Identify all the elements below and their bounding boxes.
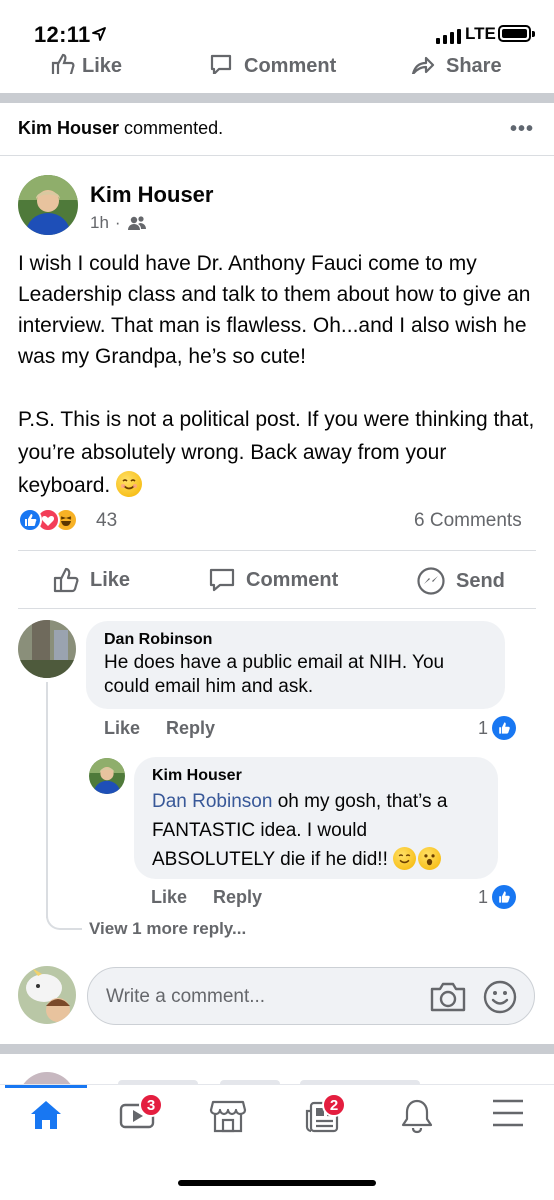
avatar-photo bbox=[89, 758, 125, 794]
current-user-avatar[interactable] bbox=[18, 966, 76, 1024]
author-avatar[interactable] bbox=[18, 175, 78, 235]
actions-divider bbox=[18, 608, 536, 609]
reply-author-avatar[interactable] bbox=[89, 758, 125, 794]
commenter-avatar[interactable] bbox=[18, 620, 76, 678]
avatar-photo bbox=[18, 620, 76, 678]
comment-text: He does have a public email at NIH. You … bbox=[104, 652, 445, 697]
comment-button[interactable]: Comment bbox=[208, 566, 338, 594]
comment-label: Comment bbox=[246, 568, 339, 591]
emoji-icon[interactable] bbox=[483, 980, 517, 1014]
post-paragraph-2-text: P.S. This is not a political post. If yo… bbox=[18, 408, 535, 497]
more-options-icon[interactable]: ••• bbox=[510, 118, 534, 141]
tab-news[interactable]: 2 bbox=[292, 1093, 352, 1141]
avatar-photo bbox=[18, 966, 76, 1024]
battery-icon bbox=[498, 25, 531, 42]
location-arrow-icon bbox=[92, 27, 106, 41]
send-label: Send bbox=[456, 569, 505, 592]
tab-home[interactable] bbox=[16, 1097, 76, 1141]
like-label: Like bbox=[90, 568, 131, 591]
comment-input[interactable]: Write a comment... bbox=[106, 986, 265, 1008]
reaction-count[interactable]: 43 bbox=[96, 510, 117, 532]
active-tab-indicator bbox=[5, 1085, 87, 1088]
activity-actor[interactable]: Kim Houser bbox=[18, 118, 119, 138]
camera-icon[interactable] bbox=[429, 980, 467, 1014]
comment-like-button[interactable]: Like bbox=[104, 718, 140, 739]
messenger-icon bbox=[417, 567, 445, 595]
tab-notifications[interactable] bbox=[387, 1097, 447, 1141]
comments-count[interactable]: 6 Comments bbox=[414, 510, 522, 532]
comment-like-count-value: 1 bbox=[478, 717, 489, 738]
watch-badge: 3 bbox=[139, 1093, 163, 1117]
avatar-photo bbox=[18, 175, 78, 235]
previous-post-actions: Like Comment Share bbox=[0, 48, 554, 74]
menu-icon bbox=[493, 1099, 523, 1127]
like-button[interactable]: Like bbox=[52, 566, 130, 594]
post-paragraph-1: I wish I could have Dr. Anthony Fauci co… bbox=[18, 252, 531, 368]
reactions-divider bbox=[18, 550, 536, 551]
smiling-emoji-icon bbox=[393, 847, 417, 870]
reply-like-count-value: 1 bbox=[478, 886, 489, 907]
post-meta: 1h · bbox=[90, 213, 147, 233]
feed-divider bbox=[0, 93, 554, 103]
share-icon bbox=[411, 56, 435, 74]
home-indicator bbox=[178, 1180, 376, 1186]
header-divider bbox=[0, 155, 554, 156]
comment-composer[interactable]: Write a comment... bbox=[87, 967, 535, 1025]
thread-connector bbox=[46, 878, 82, 930]
thumbs-up-icon bbox=[51, 53, 75, 74]
friends-icon bbox=[127, 216, 146, 230]
reply-text: Dan Robinson oh my gosh, that’s a FANTAS… bbox=[152, 787, 480, 874]
network-type: LTE bbox=[465, 24, 496, 43]
home-icon bbox=[31, 1101, 61, 1129]
comment-reply-button[interactable]: Reply bbox=[166, 718, 215, 739]
tab-menu[interactable] bbox=[478, 1097, 538, 1141]
prev-comment-button[interactable]: Comment bbox=[208, 52, 336, 74]
comment-icon bbox=[209, 568, 235, 592]
send-button[interactable]: Send bbox=[416, 566, 505, 596]
bell-icon bbox=[401, 1099, 433, 1134]
like-reaction-icon bbox=[18, 508, 42, 532]
reaction-summary[interactable] bbox=[18, 508, 78, 532]
surprised-emoji-icon bbox=[418, 847, 442, 870]
mention-link[interactable]: Dan Robinson bbox=[152, 791, 272, 812]
view-more-replies-link[interactable]: View 1 more reply... bbox=[89, 919, 246, 939]
store-icon bbox=[209, 1100, 247, 1133]
activity-verb: commented. bbox=[124, 118, 224, 138]
battery-tip bbox=[532, 31, 535, 37]
post-author-name[interactable]: Kim Houser bbox=[90, 182, 213, 208]
news-badge: 2 bbox=[322, 1093, 346, 1117]
post-text: I wish I could have Dr. Anthony Fauci co… bbox=[18, 248, 538, 502]
signal-strength-icon bbox=[436, 29, 461, 44]
feed-divider-bottom bbox=[0, 1044, 554, 1054]
tab-marketplace[interactable] bbox=[198, 1097, 258, 1141]
reply-like-count[interactable]: 1 bbox=[478, 885, 517, 909]
post-time[interactable]: 1h bbox=[90, 213, 109, 233]
smiling-emoji-icon bbox=[116, 471, 143, 497]
like-reaction-icon bbox=[492, 716, 517, 740]
post-paragraph-2: P.S. This is not a political post. If yo… bbox=[18, 403, 538, 502]
reply-like-button[interactable]: Like bbox=[151, 887, 187, 908]
tab-watch[interactable]: 3 bbox=[107, 1093, 167, 1141]
like-reaction-icon bbox=[492, 885, 517, 909]
meta-separator: · bbox=[114, 213, 121, 232]
reply-bubble[interactable]: Kim Houser Dan Robinson oh my gosh, that… bbox=[134, 757, 498, 879]
reply-author[interactable]: Kim Houser bbox=[152, 767, 480, 785]
thumbs-up-icon bbox=[53, 567, 79, 593]
comment-author[interactable]: Dan Robinson bbox=[104, 631, 487, 649]
prev-share-button[interactable]: Share bbox=[410, 52, 502, 74]
comment-bubble[interactable]: Dan Robinson He does have a public email… bbox=[86, 621, 505, 709]
prev-like-button[interactable]: Like bbox=[50, 52, 122, 74]
reply-reply-button[interactable]: Reply bbox=[213, 887, 262, 908]
comment-icon bbox=[210, 54, 232, 74]
post-action-bar: Like Comment Send bbox=[0, 562, 554, 602]
status-time: 12:11 bbox=[34, 22, 91, 47]
activity-header: Kim Houser commented. bbox=[18, 118, 223, 139]
comment-like-count[interactable]: 1 bbox=[478, 716, 517, 740]
